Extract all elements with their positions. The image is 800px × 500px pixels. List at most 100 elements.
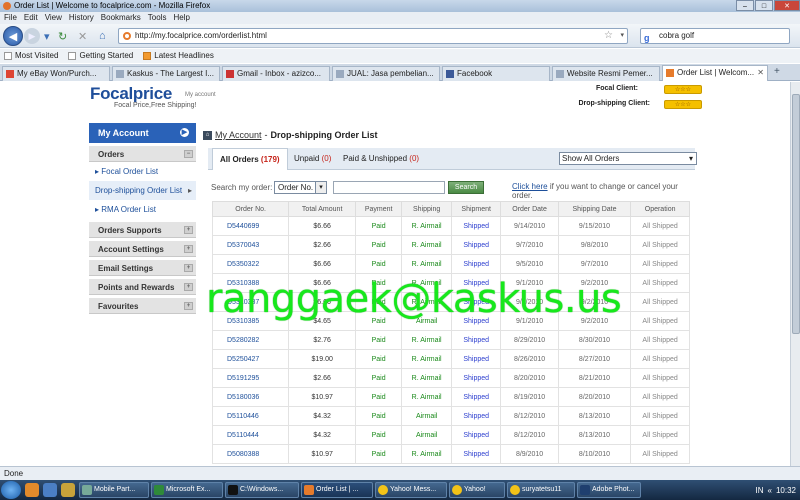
- ie-quicklaunch-icon[interactable]: [43, 483, 57, 497]
- url-bar[interactable]: http://my.focalprice.com/orderlist.html …: [118, 28, 628, 44]
- sidebar-section-points-rewards[interactable]: Points and Rewards +: [89, 278, 196, 295]
- cell-order-no[interactable]: D5110444: [211, 425, 290, 445]
- taskbar-item-suryatetsu[interactable]: suryatetsu11: [507, 482, 575, 498]
- expand-icon[interactable]: +: [184, 245, 193, 253]
- cell-order-no[interactable]: D5110446: [211, 406, 290, 426]
- logo-tagline: Focal Price,Free Shipping!: [114, 102, 197, 109]
- search-box[interactable]: g cobra golf: [640, 28, 790, 44]
- search-button[interactable]: Search: [448, 181, 484, 194]
- tab-unpaid[interactable]: Unpaid (0): [294, 148, 331, 170]
- home-icon[interactable]: ⌂: [203, 130, 212, 140]
- click-here-link[interactable]: Click here: [512, 182, 548, 191]
- bookmark-latest-headlines[interactable]: Latest Headlines: [143, 49, 214, 63]
- tab-order-list[interactable]: Order List | Welcom... ✕: [662, 65, 768, 81]
- expand-icon[interactable]: +: [184, 226, 193, 234]
- back-button[interactable]: ◀: [3, 26, 23, 46]
- expand-icon[interactable]: +: [184, 302, 193, 310]
- bookmark-star-icon[interactable]: ☆: [604, 29, 613, 43]
- taskbar-item-cmd[interactable]: C:\Windows...: [225, 482, 299, 498]
- menu-view[interactable]: View: [41, 12, 65, 24]
- watermark-text: ranggaek@kaskus.us: [206, 276, 622, 322]
- taskbar-item-mobile[interactable]: Mobile Part...: [79, 482, 149, 498]
- tab-facebook[interactable]: Facebook: [442, 66, 550, 81]
- taskbar-item-yahoo-messenger[interactable]: Yahoo! Mess...: [375, 482, 447, 498]
- reload-icon[interactable]: ↻: [58, 30, 67, 43]
- minimize-button[interactable]: –: [736, 0, 754, 11]
- close-tab-icon[interactable]: ✕: [757, 66, 764, 79]
- table-row: D5440699 $6.66 Paid R. Airmail Shipped 9/14/2…: [211, 216, 690, 236]
- taskbar-item-yahoo[interactable]: Yahoo!: [449, 482, 505, 498]
- new-tab-icon[interactable]: +: [774, 66, 780, 77]
- sidebar-title[interactable]: My Account ▶: [89, 123, 196, 143]
- sidebar-item-focal-order-list[interactable]: ▸ Focal Order List: [89, 162, 196, 181]
- collapse-icon[interactable]: −: [184, 150, 193, 158]
- tab-gmail[interactable]: Gmail - Inbox - azizco...: [222, 66, 330, 81]
- taskbar-item-photoshop[interactable]: Adobe Phot...: [577, 482, 641, 498]
- cell-order-no[interactable]: D5350322: [211, 254, 290, 274]
- cell-order-no[interactable]: D5180036: [211, 387, 290, 407]
- expand-icon[interactable]: +: [184, 264, 193, 272]
- cell-order-no[interactable]: D5250427: [211, 349, 290, 369]
- breadcrumb-my-account[interactable]: My Account: [215, 130, 262, 140]
- bookmark-getting-started[interactable]: Getting Started: [68, 49, 133, 63]
- order-search-input[interactable]: [333, 181, 445, 194]
- sidebar-section-orders-supports[interactable]: Orders Supports +: [89, 221, 196, 238]
- menu-help[interactable]: Help: [169, 12, 192, 24]
- tab-jual[interactable]: JUAL: Jasa pembelian...: [332, 66, 440, 81]
- vertical-scrollbar[interactable]: [790, 82, 800, 466]
- cell-order-date: 9/14/2010: [500, 216, 559, 236]
- sidebar-section-orders[interactable]: Orders −: [89, 145, 196, 162]
- cell-order-no[interactable]: D5370043: [211, 235, 290, 255]
- sidebar-item-rma-order-list[interactable]: ▸ RMA Order List: [89, 200, 196, 219]
- tab-ebay[interactable]: My eBay Won/Purch...: [2, 66, 110, 81]
- tab-kaskus[interactable]: Kaskus - The Largest I...: [112, 66, 220, 81]
- maximize-button[interactable]: □: [755, 0, 773, 11]
- focalprice-icon: [666, 69, 674, 77]
- bookmark-most-visited[interactable]: Most Visited: [4, 49, 58, 63]
- bookmark-icon: [4, 52, 12, 60]
- taskbar-item-excel[interactable]: Microsoft Ex...: [151, 482, 223, 498]
- sidebar-section-email-settings[interactable]: Email Settings +: [89, 259, 196, 276]
- expand-icon[interactable]: +: [184, 283, 193, 291]
- focalprice-logo[interactable]: Focalprice: [90, 84, 172, 104]
- tab-paid-unshipped[interactable]: Paid & Unshipped (0): [343, 148, 419, 170]
- page-title: Drop-shipping Order List: [270, 130, 378, 140]
- tab-all-orders[interactable]: All Orders (179): [212, 148, 288, 170]
- menu-tools[interactable]: Tools: [144, 12, 170, 24]
- url-dropdown-icon[interactable]: ▾: [620, 29, 624, 43]
- cell-order-no[interactable]: D5440699: [211, 216, 290, 236]
- home-icon[interactable]: ⌂: [99, 30, 106, 42]
- tab-website-resmi[interactable]: Website Resmi Pemer...: [552, 66, 660, 81]
- folder-quicklaunch-icon[interactable]: [61, 483, 75, 497]
- cell-order-no[interactable]: D5280282: [211, 330, 290, 350]
- menu-history[interactable]: History: [65, 12, 97, 24]
- forward-button[interactable]: ▶: [24, 28, 40, 44]
- language-indicator[interactable]: IN: [756, 486, 764, 495]
- cell-order-no[interactable]: D5191295: [211, 368, 290, 388]
- cell-order-date: 8/29/2010: [500, 330, 559, 350]
- cell-order-no[interactable]: D5080388: [211, 444, 290, 464]
- menu-edit[interactable]: Edit: [20, 12, 41, 24]
- menu-bookmarks[interactable]: Bookmarks: [97, 12, 144, 24]
- sidebar-section-favourites[interactable]: Favourites +: [89, 297, 196, 314]
- sidebar-section-account-settings[interactable]: Account Settings +: [89, 240, 196, 257]
- taskbar-item-firefox[interactable]: Order List | ...: [301, 482, 373, 498]
- start-button[interactable]: [1, 481, 21, 499]
- sidebar-item-dropship-order-list[interactable]: Drop-shipping Order List: [89, 181, 196, 200]
- taskbar-label: suryatetsu11: [522, 486, 562, 493]
- close-button[interactable]: ✕: [774, 0, 800, 11]
- taskbar-label: C:\Windows...: [240, 486, 284, 493]
- clock[interactable]: 10:32: [776, 486, 796, 495]
- tray-arrow-icon[interactable]: «: [768, 486, 772, 495]
- show-orders-select[interactable]: Show All Orders: [559, 152, 697, 165]
- menu-file[interactable]: File: [0, 12, 20, 24]
- search-field-select[interactable]: Order No. ▾: [274, 181, 327, 194]
- scrollbar-thumb[interactable]: [792, 94, 800, 334]
- dropdown-history-icon[interactable]: ▾: [44, 30, 50, 43]
- firefox-quicklaunch-icon[interactable]: [25, 483, 39, 497]
- cell-order-date: 8/9/2010: [500, 444, 559, 464]
- stop-icon[interactable]: ✕: [78, 30, 87, 43]
- status-text: Done: [4, 469, 24, 478]
- cell-payment: Paid: [355, 425, 403, 445]
- breadcrumb-separator: -: [264, 130, 268, 140]
